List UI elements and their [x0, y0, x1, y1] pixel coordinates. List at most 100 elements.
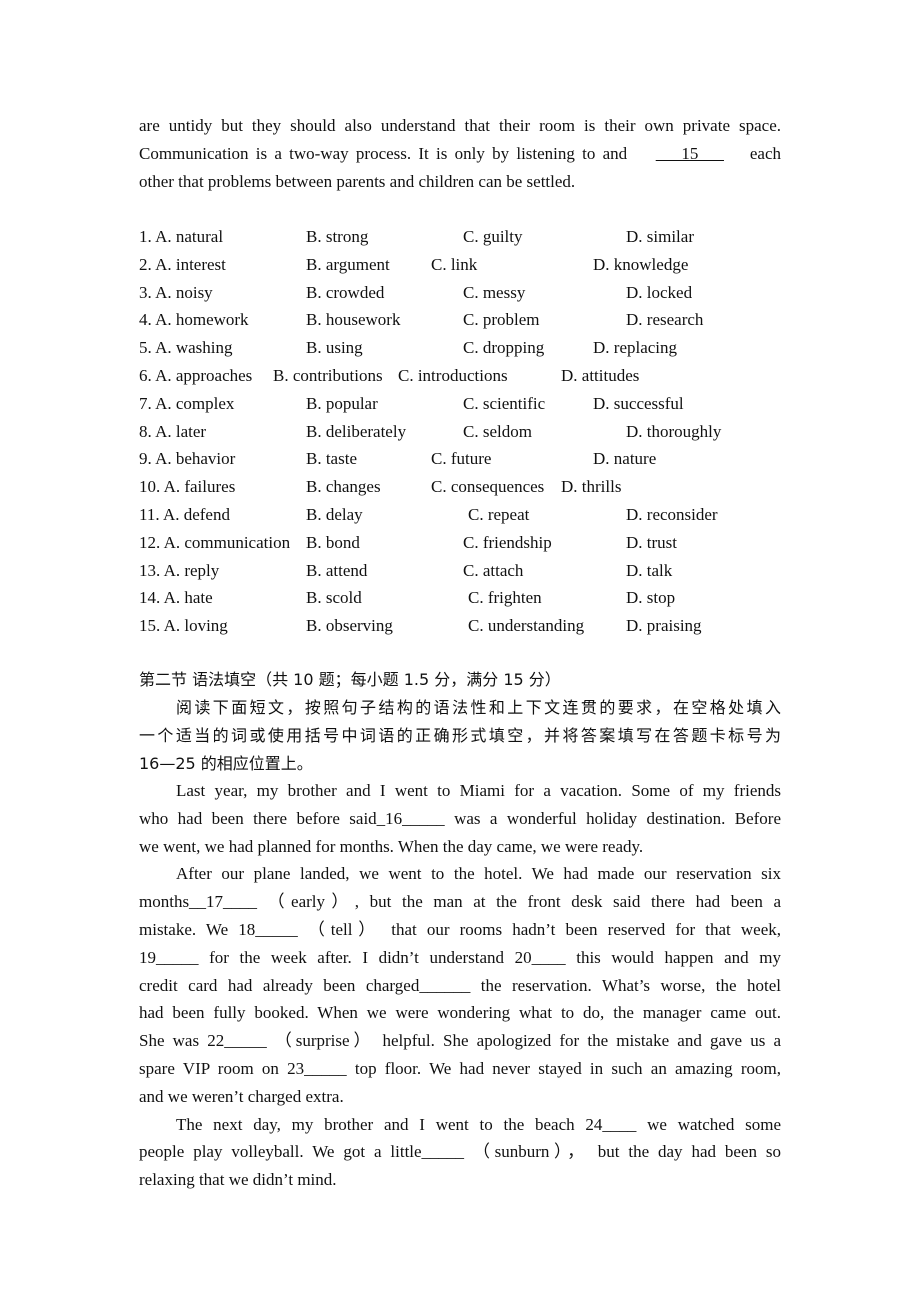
question-number: 12. — [139, 532, 161, 552]
option-d: D. thoroughly — [626, 421, 722, 441]
option-d: D. reconsider — [626, 505, 718, 524]
question-number: 11. — [139, 505, 160, 524]
question-number: 7. — [139, 393, 152, 413]
option-a-text: A. loving — [163, 616, 228, 636]
option-b: B. using — [306, 338, 363, 358]
option-b: B. observing — [306, 616, 393, 636]
option-d: D. stop — [626, 588, 676, 608]
passage-line: who had been there before said_16_____ w… — [139, 808, 781, 828]
option-a-text: A. later — [155, 421, 207, 441]
passage-line: and we weren’t charged extra. — [139, 1086, 344, 1106]
exam-page: are untidy but they should also understa… — [0, 0, 920, 1302]
option-a-text: A. noisy — [155, 282, 213, 302]
passage-line: had been fully booked. When we were wond… — [139, 1003, 781, 1023]
option-b: B. scold — [306, 588, 362, 608]
instructions-line: 一个适当的词或使用括号中词语的正确形式填空，并将答案填写在答题卡标号为 — [139, 726, 781, 745]
option-b: B. taste — [306, 449, 357, 469]
option-b: B. contributions — [273, 366, 383, 385]
option-a-text: A. complex — [155, 393, 235, 413]
option-b: B. bond — [306, 532, 360, 552]
option-b: B. housework — [306, 310, 401, 330]
question-number: 8. — [139, 421, 152, 441]
option-a-text: A. homework — [155, 310, 249, 330]
option-a-text: A. approaches — [155, 366, 253, 385]
option-d: D. talk — [626, 560, 673, 580]
option-d: D. locked — [626, 282, 693, 302]
option-d: D. nature — [593, 449, 657, 469]
option-c: C. problem — [463, 310, 540, 330]
option-d: D. trust — [626, 532, 677, 552]
instructions-line: 阅读下面短文，按照句子结构的语法性和上下文连贯的要求，在空格处填入 — [176, 698, 781, 717]
option-a-text: A. hate — [163, 588, 213, 608]
option-a: 15. A. loving — [139, 612, 228, 640]
option-b: B. popular — [306, 393, 378, 413]
option-b: B. changes — [306, 477, 381, 497]
option-d: D. praising — [626, 616, 702, 636]
question-number: 15. — [139, 616, 161, 636]
option-c: C. guilty — [463, 227, 523, 246]
option-a: 5. A. washing — [139, 334, 233, 362]
option-a-text: A. communication — [163, 532, 291, 552]
option-a: 8. A. later — [139, 418, 206, 446]
question-number: 3. — [139, 282, 152, 302]
question-number: 10. — [139, 477, 161, 497]
passage-text: each — [749, 144, 781, 163]
option-a: 3. A. noisy — [139, 279, 213, 307]
option-c: C. frighten — [468, 588, 542, 608]
passage-line: months__17____ （early）, but the man at t… — [139, 892, 781, 912]
blank-15: ___15___ — [655, 144, 724, 163]
passage-line: Communication is a two-way process. It i… — [139, 140, 781, 168]
option-a-text: A. natural — [155, 227, 224, 246]
question-number: 4. — [139, 310, 152, 330]
passage-line: 19_____ for the week after. I didn’t und… — [139, 947, 781, 967]
option-d: D. replacing — [593, 338, 678, 358]
option-b: B. attend — [306, 560, 368, 580]
option-d: D. thrills — [561, 477, 622, 497]
question-number: 13. — [139, 560, 161, 580]
option-c: C. attach — [463, 560, 524, 580]
option-a-text: A. failures — [163, 477, 236, 497]
option-c: C. messy — [463, 282, 526, 302]
option-a: 2. A. interest — [139, 251, 226, 279]
passage-line: we went, we had planned for months. When… — [139, 836, 644, 856]
passage-line: She was 22_____ （surprise） helpful. She … — [139, 1031, 781, 1051]
option-b: B. crowded — [306, 282, 385, 302]
passage-line: spare VIP room on 23_____ top floor. We … — [139, 1059, 781, 1078]
option-a: 12. A. communication — [139, 529, 290, 557]
question-number: 5. — [139, 338, 152, 358]
option-a: 7. A. complex — [139, 390, 234, 418]
question-number: 1. — [139, 227, 152, 246]
option-d: D. similar — [626, 227, 694, 246]
option-a: 11. A. defend — [139, 501, 230, 529]
option-c: C. seldom — [463, 421, 532, 441]
option-a: 6. A. approaches — [139, 362, 252, 390]
passage-line: The next day, my brother and I went to t… — [176, 1114, 781, 1134]
passage-text: Communication is a two-way process. It i… — [139, 144, 628, 163]
option-c: C. scientific — [463, 393, 546, 413]
option-c: C. repeat — [468, 505, 530, 524]
option-a: 1. A. natural — [139, 223, 223, 251]
option-a: 4. A. homework — [139, 306, 249, 334]
option-a: 9. A. behavior — [139, 445, 235, 473]
option-c: C. link — [431, 254, 478, 274]
passage-line: are untidy but they should also understa… — [139, 116, 781, 135]
option-c: C. friendship — [463, 532, 552, 552]
passage-line: people play volleyball. We got a little_… — [139, 1142, 781, 1162]
option-d: D. research — [626, 310, 704, 330]
option-b: B. delay — [306, 505, 363, 524]
option-a: 10. A. failures — [139, 473, 235, 501]
passage-line: other that problems between parents and … — [139, 172, 576, 191]
passage-line: After our plane landed, we went to the h… — [176, 864, 781, 884]
question-number: 9. — [139, 449, 152, 469]
section-heading: 第二节 语法填空（共 10 题；每小题 1.5 分，满分 15 分） — [139, 670, 561, 689]
passage-line: credit card had already been charged____… — [139, 975, 781, 995]
option-b: B. deliberately — [306, 421, 407, 441]
option-a-text: A. washing — [155, 338, 233, 358]
option-c: C. understanding — [468, 616, 585, 636]
option-b: B. argument — [306, 254, 390, 274]
option-a-text: A. reply — [163, 560, 220, 580]
question-number: 2. — [139, 254, 152, 274]
option-c: C. future — [431, 449, 492, 469]
option-d: D. attitudes — [561, 366, 640, 385]
option-c: C. consequences — [431, 477, 545, 497]
